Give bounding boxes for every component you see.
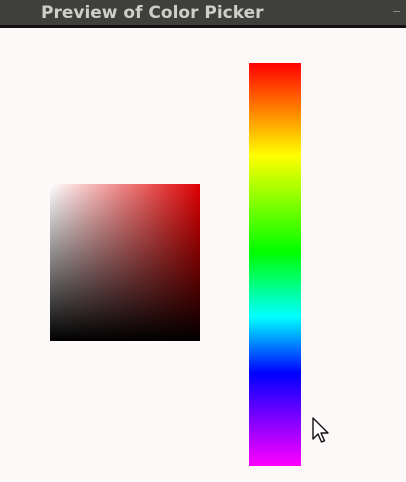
window-title: Preview of Color Picker <box>41 3 264 23</box>
hue-slider-strip[interactable] <box>249 63 301 466</box>
minimize-icon <box>392 10 400 12</box>
window-titlebar[interactable]: Preview of Color Picker <box>0 0 406 28</box>
color-picker-panel <box>0 28 406 482</box>
minimize-button[interactable] <box>390 3 402 19</box>
saturation-value-square[interactable] <box>50 184 200 341</box>
